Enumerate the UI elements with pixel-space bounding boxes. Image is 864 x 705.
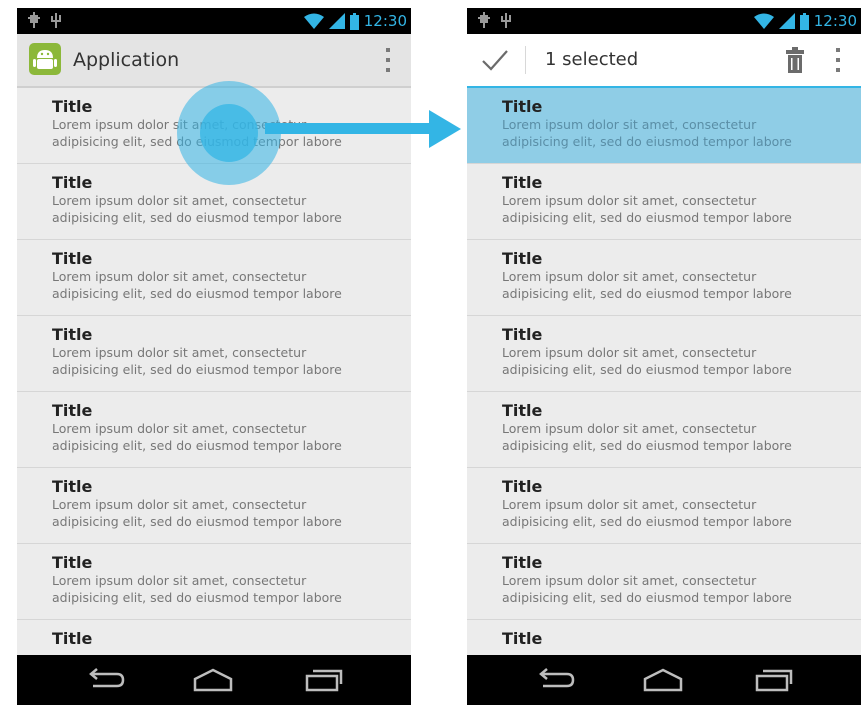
item-title: Title [502,97,543,116]
battery-icon [349,12,359,30]
action-bar: Application [17,34,411,88]
list-item[interactable]: Title [17,620,411,656]
item-text-line1: Lorem ipsum dolor sit amet, consectetur [52,497,307,512]
item-text-line2: adipisicing elit, sed do eiusmod tempor … [52,362,342,377]
item-text-line1: Lorem ipsum dolor sit amet, consectetur [502,269,757,284]
status-bar: 12:30 [17,8,411,34]
trash-icon[interactable] [785,47,805,73]
item-text-line2: adipisicing elit, sed do eiusmod tempor … [502,134,792,149]
list-item[interactable]: Title Lorem ipsum dolor sit amet, consec… [17,240,411,316]
item-title: Title [502,477,543,496]
item-text-line1: Lorem ipsum dolor sit amet, consectetur [52,345,307,360]
home-icon[interactable] [191,666,235,694]
item-title: Title [502,173,543,192]
list-item[interactable]: Title Lorem ipsum dolor sit amet, consec… [467,392,861,468]
item-text-line1: Lorem ipsum dolor sit amet, consectetur [52,193,307,208]
item-text-line2: adipisicing elit, sed do eiusmod tempor … [52,438,342,453]
item-text-line1: Lorem ipsum dolor sit amet, consectetur [502,497,757,512]
item-text-line2: adipisicing elit, sed do eiusmod tempor … [502,438,792,453]
list-item[interactable]: Title Lorem ipsum dolor sit amet, consec… [17,392,411,468]
item-title: Title [502,249,543,268]
item-text-line2: adipisicing elit, sed do eiusmod tempor … [52,590,342,605]
usb-icon [501,13,511,28]
item-text-line2: adipisicing elit, sed do eiusmod tempor … [52,514,342,529]
checkmark-icon[interactable] [467,34,525,86]
item-text-line2: adipisicing elit, sed do eiusmod tempor … [502,210,792,225]
item-text-line2: adipisicing elit, sed do eiusmod tempor … [502,286,792,301]
item-title: Title [52,249,93,268]
overflow-menu-icon[interactable] [385,48,391,72]
contextual-action-bar: 1 selected [467,34,861,90]
item-text-line2: adipisicing elit, sed do eiusmod tempor … [502,362,792,377]
phone-after: 12:30 1 selected Title Lorem ipsum dolor… [467,8,861,705]
item-list: Title Lorem ipsum dolor sit amet, consec… [467,88,861,656]
list-item[interactable]: Title [467,620,861,656]
status-time: 12:30 [813,12,857,30]
android-app-icon[interactable] [29,43,61,75]
list-item[interactable]: Title Lorem ipsum dolor sit amet, consec… [467,468,861,544]
item-text-line2: adipisicing elit, sed do eiusmod tempor … [502,590,792,605]
item-title: Title [52,401,93,420]
item-title: Title [502,553,543,572]
item-text-line1: Lorem ipsum dolor sit amet, consectetur [502,117,757,132]
overflow-menu-icon[interactable] [835,48,841,72]
usb-debug-icon [28,12,40,28]
touch-point [200,104,258,162]
recent-apps-icon[interactable] [301,666,345,694]
navigation-bar [17,655,411,705]
list-item[interactable]: Title Lorem ipsum dolor sit amet, consec… [467,240,861,316]
item-title: Title [52,553,93,572]
item-text-line2: adipisicing elit, sed do eiusmod tempor … [52,210,342,225]
list-item[interactable]: Title Lorem ipsum dolor sit amet, consec… [17,316,411,392]
item-text-line2: adipisicing elit, sed do eiusmod tempor … [502,514,792,529]
item-text-line1: Lorem ipsum dolor sit amet, consectetur [502,193,757,208]
item-text-line1: Lorem ipsum dolor sit amet, consectetur [502,573,757,588]
status-bar: 12:30 [467,8,861,34]
app-title: Application [73,49,180,71]
item-text-line2: adipisicing elit, sed do eiusmod tempor … [52,286,342,301]
usb-icon [51,13,61,28]
recent-apps-icon[interactable] [751,666,795,694]
item-title: Title [502,325,543,344]
item-text-line1: Lorem ipsum dolor sit amet, consectetur [52,269,307,284]
status-time: 12:30 [363,12,407,30]
item-title: Title [52,325,93,344]
list-item[interactable]: Title Lorem ipsum dolor sit amet, consec… [467,316,861,392]
list-item[interactable]: Title Lorem ipsum dolor sit amet, consec… [467,544,861,620]
wifi-icon [303,13,324,29]
item-title: Title [52,477,93,496]
item-text-line1: Lorem ipsum dolor sit amet, consectetur [52,421,307,436]
divider [525,46,526,74]
item-title: Title [502,401,543,420]
signal-icon [328,13,345,29]
signal-icon [778,13,795,29]
back-icon[interactable] [533,666,577,694]
home-icon[interactable] [641,666,685,694]
selection-count: 1 selected [545,49,639,70]
item-text-line1: Lorem ipsum dolor sit amet, consectetur [502,421,757,436]
item-text-line1: Lorem ipsum dolor sit amet, consectetur [52,573,307,588]
navigation-bar [467,655,861,705]
list-item[interactable]: Title Lorem ipsum dolor sit amet, consec… [17,544,411,620]
item-title: Title [52,629,93,648]
list-item-selected[interactable]: Title Lorem ipsum dolor sit amet, consec… [467,88,861,164]
item-text-line1: Lorem ipsum dolor sit amet, consectetur [502,345,757,360]
item-title: Title [502,629,543,648]
usb-debug-icon [478,12,490,28]
battery-icon [799,12,809,30]
list-item[interactable]: Title Lorem ipsum dolor sit amet, consec… [17,468,411,544]
back-icon[interactable] [83,666,127,694]
transition-arrow-icon [265,110,461,148]
list-item[interactable]: Title Lorem ipsum dolor sit amet, consec… [467,164,861,240]
wifi-icon [753,13,774,29]
